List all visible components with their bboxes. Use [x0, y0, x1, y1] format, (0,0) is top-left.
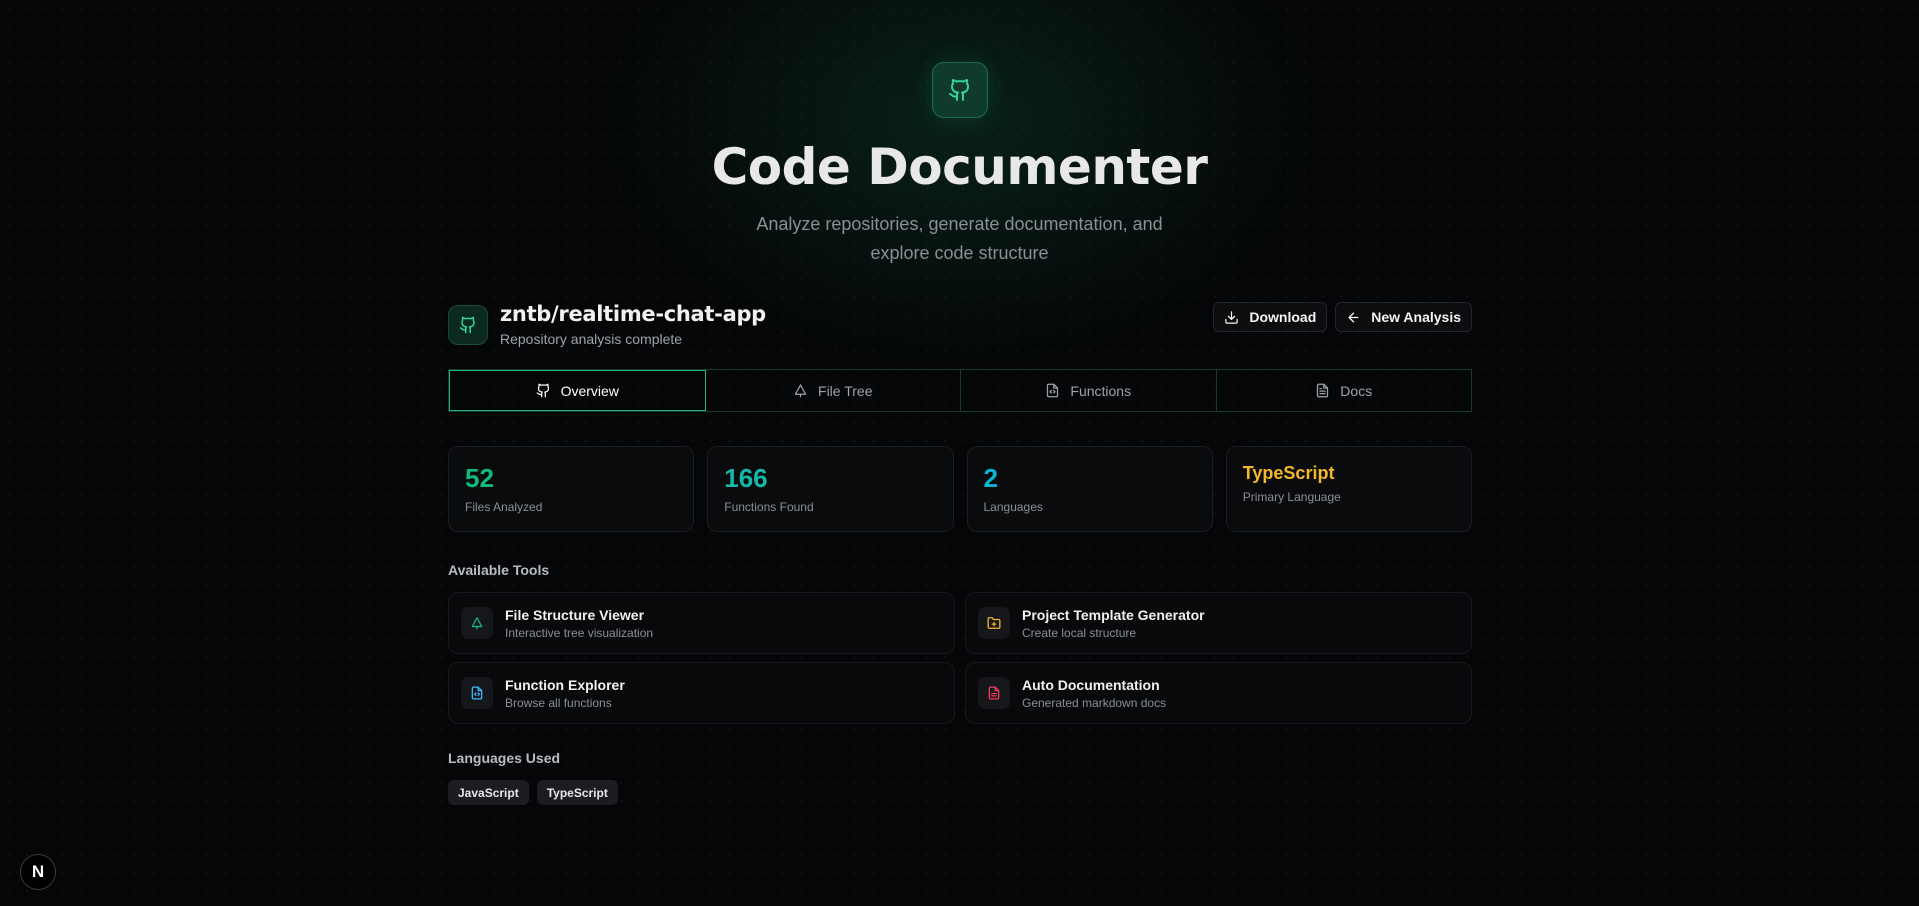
tab-bar: Overview File Tree Functions Docs: [448, 369, 1472, 412]
section-title-languages: Languages Used: [448, 750, 561, 766]
stat-value: 52: [465, 463, 494, 493]
tab-overview[interactable]: Overview: [449, 370, 706, 411]
file-code-icon: [1045, 383, 1060, 398]
stat-value: TypeScript: [1242, 463, 1335, 483]
language-chip: TypeScript: [536, 780, 618, 805]
tab-docs-label: Docs: [1340, 382, 1373, 399]
tool-function-explorer[interactable]: Function Explorer Browse all functions: [448, 662, 955, 724]
stat-value: 2: [983, 463, 998, 493]
page-title: Code Documenter: [711, 138, 1208, 196]
stat-files: 52 Files Analyzed: [448, 446, 695, 532]
arrow-left-icon: [1346, 310, 1361, 325]
hero: Code Documenter Analyze repositories, ge…: [0, 62, 1919, 268]
repo-actions: Download New Analysis: [1213, 302, 1472, 332]
tool-desc: Interactive tree visualization: [505, 625, 654, 640]
github-icon: [931, 62, 988, 118]
tab-file-tree[interactable]: File Tree: [706, 370, 961, 411]
tool-desc: Browse all functions: [505, 695, 612, 710]
file-text-icon: [1315, 383, 1330, 398]
tool-name: Function Explorer: [505, 676, 625, 693]
repo-header: zntb/realtime-chat-app Repository analys…: [448, 302, 1472, 347]
languages-list: JavaScript TypeScript: [448, 780, 1472, 805]
new-analysis-button[interactable]: New Analysis: [1335, 302, 1472, 332]
new-analysis-label: New Analysis: [1371, 309, 1461, 325]
stat-value: 166: [724, 463, 768, 493]
section-title-tools: Available Tools: [448, 562, 550, 578]
stat-functions: 166 Functions Found: [707, 446, 954, 532]
stat-label: Primary Language: [1242, 490, 1341, 504]
github-icon: [448, 304, 488, 345]
tool-auto-documentation[interactable]: Auto Documentation Generated markdown do…: [965, 662, 1472, 724]
tab-functions-label: Functions: [1070, 382, 1132, 399]
download-icon: [1224, 310, 1239, 325]
language-chip: JavaScript: [448, 780, 529, 805]
stat-label: Functions Found: [724, 500, 814, 514]
tools-grid: File Structure Viewer Interactive tree v…: [448, 592, 1472, 724]
main-content: zntb/realtime-chat-app Repository analys…: [448, 302, 1472, 805]
file-code-icon: [461, 677, 493, 709]
tab-docs[interactable]: Docs: [1217, 370, 1472, 411]
tab-functions[interactable]: Functions: [961, 370, 1217, 411]
repo-name: zntb/realtime-chat-app: [500, 302, 766, 326]
tool-name: File Structure Viewer: [505, 606, 645, 623]
github-icon: [536, 383, 551, 398]
tree-icon: [793, 383, 808, 398]
tree-icon: [461, 607, 493, 639]
badge-letter: N: [31, 862, 45, 881]
tab-overview-label: Overview: [560, 382, 619, 399]
tool-desc: Generated markdown docs: [1022, 695, 1167, 710]
nextjs-badge[interactable]: N: [20, 854, 56, 890]
page-subtitle: Analyze repositories, generate documenta…: [756, 214, 1163, 263]
tool-project-template-generator[interactable]: Project Template Generator Create local …: [965, 592, 1472, 654]
tool-name: Auto Documentation: [1022, 676, 1160, 693]
tool-name: Project Template Generator: [1022, 606, 1205, 623]
repo-status: Repository analysis complete: [500, 331, 683, 347]
file-text-icon: [978, 677, 1010, 709]
tab-file-tree-label: File Tree: [818, 382, 873, 399]
download-button[interactable]: Download: [1213, 302, 1328, 332]
repo-info: zntb/realtime-chat-app Repository analys…: [448, 302, 766, 347]
download-label: Download: [1249, 309, 1317, 325]
stats-row: 52 Files Analyzed 166 Functions Found 2 …: [448, 446, 1472, 532]
stat-label: Files Analyzed: [465, 500, 543, 514]
folder-plus-icon: [978, 607, 1010, 639]
stat-primary-language: TypeScript Primary Language: [1225, 446, 1472, 532]
stat-languages: 2 Languages: [966, 446, 1213, 532]
tool-desc: Create local structure: [1022, 625, 1137, 640]
tool-file-structure-viewer[interactable]: File Structure Viewer Interactive tree v…: [448, 592, 955, 654]
stat-label: Languages: [983, 500, 1043, 514]
